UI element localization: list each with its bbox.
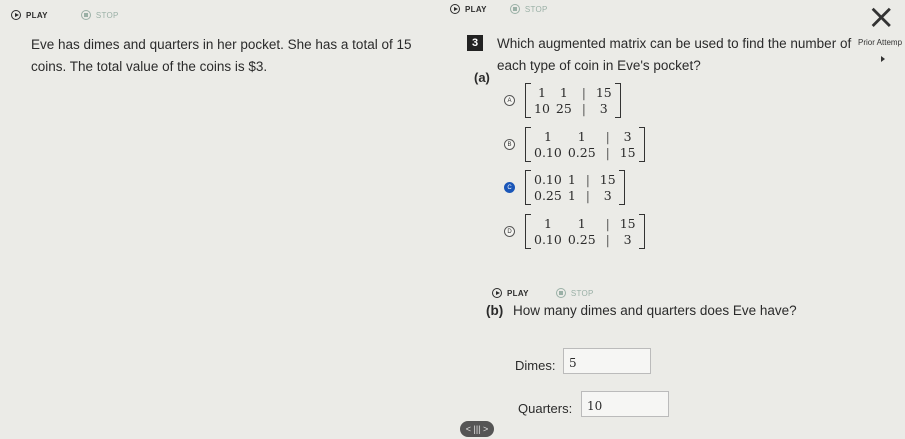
media-control-top-left: PLAY STOP	[11, 10, 119, 20]
stop-icon	[555, 288, 566, 298]
dimes-input[interactable]: 5	[563, 348, 651, 374]
part-b-label: (b)	[486, 303, 504, 318]
problem-line-1: Eve has dimes and quarters in her pocket…	[31, 37, 412, 52]
play-button[interactable]: PLAY	[11, 10, 48, 20]
play-icon	[11, 10, 21, 20]
play-icon	[492, 288, 502, 298]
option-b-radio[interactable]: B	[504, 139, 515, 150]
stop-button[interactable]: STOP	[509, 4, 548, 14]
part-a-prompt-line-1: Which augmented matrix can be used to fi…	[497, 36, 852, 51]
prior-attempts-label[interactable]: Prior Attemp	[858, 38, 902, 47]
quarters-input[interactable]: 10	[581, 391, 669, 417]
option-a[interactable]: A 1 1 | 15 10 25 | 3	[504, 83, 621, 118]
stop-icon	[80, 10, 91, 20]
option-c[interactable]: C 0.10 1 | 15 0.25 1 | 3	[504, 170, 625, 205]
matrix-a: 1 1 | 15 10 25 | 3	[525, 83, 621, 118]
option-d-radio[interactable]: D	[504, 226, 515, 237]
stop-button[interactable]: STOP	[555, 288, 594, 298]
matrix-c: 0.10 1 | 15 0.25 1 | 3	[525, 170, 625, 205]
media-control-top-center: PLAY STOP	[450, 4, 548, 14]
option-a-radio[interactable]: A	[504, 95, 515, 106]
option-b[interactable]: B 1 1 | 3 0.10 0.25 | 15	[504, 127, 645, 162]
problem-line-2: coins. The total value of the coins is $…	[31, 59, 268, 74]
part-b-prompt: How many dimes and quarters does Eve hav…	[513, 303, 797, 318]
problem-statement: Eve has dimes and quarters in her pocket…	[31, 34, 411, 78]
matrix-b: 1 1 | 3 0.10 0.25 | 15	[525, 127, 645, 162]
stop-icon	[509, 4, 520, 14]
quarters-label: Quarters:	[518, 401, 573, 416]
part-a-prompt: Which augmented matrix can be used to fi…	[497, 33, 851, 77]
question-number-badge: 3	[467, 35, 483, 51]
dimes-label: Dimes:	[515, 358, 556, 373]
option-c-radio-selected[interactable]: C	[504, 182, 515, 193]
part-a-label: (a)	[474, 70, 490, 85]
play-icon	[450, 4, 460, 14]
media-control-part-b: PLAY STOP	[492, 288, 594, 298]
play-button[interactable]: PLAY	[492, 288, 529, 298]
play-button[interactable]: PLAY	[450, 4, 487, 14]
part-a-prompt-line-2: each type of coin in Eve's pocket?	[497, 58, 701, 73]
stop-button[interactable]: STOP	[80, 10, 119, 20]
option-d[interactable]: D 1 1 | 15 0.10 0.25 | 3	[504, 214, 645, 249]
expand-triangle-icon[interactable]	[881, 56, 885, 62]
matrix-d: 1 1 | 15 0.10 0.25 | 3	[525, 214, 645, 249]
pager-button[interactable]: < ||| >	[460, 421, 494, 437]
part-b-prompt-row: (b) How many dimes and quarters does Eve…	[486, 300, 797, 322]
close-icon[interactable]: ×	[867, 0, 896, 34]
